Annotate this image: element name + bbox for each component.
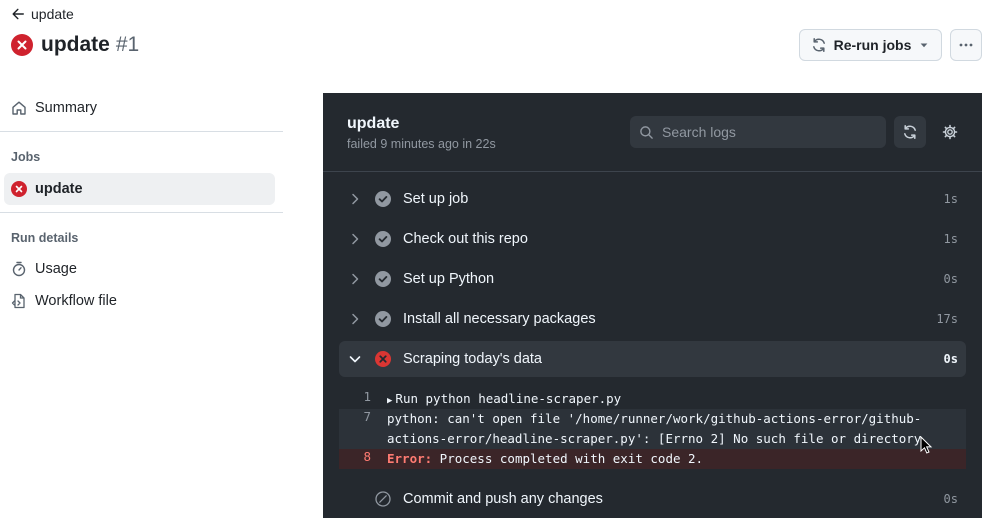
sidebar-item-summary[interactable]: Summary <box>11 100 97 116</box>
sidebar-item-usage[interactable]: Usage <box>11 261 77 277</box>
skip-icon <box>375 491 391 507</box>
x-circle-icon <box>11 181 27 197</box>
check-circle-icon <box>375 271 391 287</box>
home-icon <box>12 101 26 115</box>
arrow-left-icon <box>12 8 24 20</box>
log-line[interactable]: 1 ▶ Run python headline-scraper.py <box>339 389 966 411</box>
x-circle-icon <box>375 351 391 367</box>
step-row[interactable]: Check out this repo 1s <box>339 221 966 257</box>
gear-icon <box>942 124 958 140</box>
chevron-down-icon <box>349 356 361 363</box>
log-line-error[interactable]: 8 Error: Process completed with exit cod… <box>339 449 966 469</box>
search-logs-field[interactable] <box>630 116 886 148</box>
back-link[interactable]: update <box>11 6 74 22</box>
step-duration: 1s <box>943 232 958 246</box>
step-row[interactable]: Commit and push any changes 0s <box>339 481 966 517</box>
log-line-text: Error: Process completed with exit code … <box>387 451 704 466</box>
caret-down-icon <box>921 43 928 48</box>
log-settings-button[interactable] <box>934 116 966 148</box>
step-row-expanded[interactable]: Scraping today's data 0s <box>339 341 966 377</box>
page-title: update #1 <box>41 33 140 56</box>
kebab-horizontal-icon <box>959 43 973 47</box>
step-duration: 0s <box>943 492 958 506</box>
step-duration: 0s <box>943 272 958 286</box>
sidebar-item-label: Summary <box>35 100 98 116</box>
mouse-cursor-icon <box>920 436 933 454</box>
x-circle-icon <box>11 34 33 56</box>
sidebar-item-label: Usage <box>35 261 77 277</box>
check-circle-icon <box>375 191 391 207</box>
search-icon <box>640 125 653 139</box>
check-circle-icon <box>375 231 391 247</box>
step-name: Scraping today's data <box>403 351 542 367</box>
sync-icon <box>904 125 916 139</box>
sync-icon <box>812 38 825 52</box>
jobs-heading: Jobs <box>11 150 41 164</box>
chevron-right-icon <box>352 313 359 325</box>
rerun-jobs-label: Re-run jobs <box>833 37 912 53</box>
chevron-placeholder <box>347 491 363 507</box>
caret-right-icon: ▶ <box>387 396 393 406</box>
sidebar-divider <box>0 212 283 213</box>
step-row[interactable]: Set up Python 0s <box>339 261 966 297</box>
log-line[interactable]: 7 python: can't open file '/home/runner/… <box>339 409 966 449</box>
log-line-number: 8 <box>363 449 371 464</box>
job-log-panel: update failed 9 minutes ago in 22s Set u… <box>323 93 982 518</box>
step-name: Commit and push any changes <box>403 491 603 507</box>
step-name: Check out this repo <box>403 231 528 247</box>
chevron-right-icon <box>352 273 359 285</box>
chevron-right-icon <box>352 193 359 205</box>
back-link-label: update <box>31 6 74 22</box>
step-name: Install all necessary packages <box>403 311 596 327</box>
error-label: Error: <box>387 451 433 466</box>
step-duration: 0s <box>943 352 958 366</box>
step-row[interactable]: Set up job 1s <box>339 181 966 217</box>
step-name: Set up Python <box>403 271 495 287</box>
refresh-logs-button[interactable] <box>894 116 926 148</box>
run-number: #1 <box>115 33 140 56</box>
step-row[interactable]: Install all necessary packages 17s <box>339 301 966 337</box>
file-code-icon <box>11 293 25 309</box>
chevron-right-icon <box>352 233 359 245</box>
step-duration: 1s <box>943 192 958 206</box>
step-duration: 17s <box>936 312 958 326</box>
page-title-row: update #1 <box>11 33 139 57</box>
job-title: update <box>347 115 400 132</box>
sidebar-item-job-update[interactable]: update <box>4 173 275 205</box>
sidebar-item-workflow-file[interactable]: Workflow file <box>11 293 117 309</box>
sidebar-item-label: Workflow file <box>35 293 117 309</box>
check-circle-icon <box>375 311 391 327</box>
rerun-jobs-button[interactable]: Re-run jobs <box>799 29 942 61</box>
log-line-number: 7 <box>363 409 371 424</box>
job-log-header: update failed 9 minutes ago in 22s <box>323 93 982 172</box>
sidebar-divider <box>0 131 283 132</box>
log-line-text: ▶ Run python headline-scraper.py <box>387 391 622 406</box>
step-name: Set up job <box>403 191 469 207</box>
search-logs-input[interactable] <box>662 124 872 140</box>
log-line-text: python: can't open file '/home/runner/wo… <box>387 411 922 446</box>
job-status-text: failed 9 minutes ago in 22s <box>347 137 496 151</box>
stopwatch-icon <box>12 261 26 277</box>
sidebar-item-label: update <box>35 181 83 197</box>
more-options-button[interactable] <box>950 29 982 61</box>
run-details-heading: Run details <box>11 231 79 245</box>
log-line-number: 1 <box>363 389 371 404</box>
